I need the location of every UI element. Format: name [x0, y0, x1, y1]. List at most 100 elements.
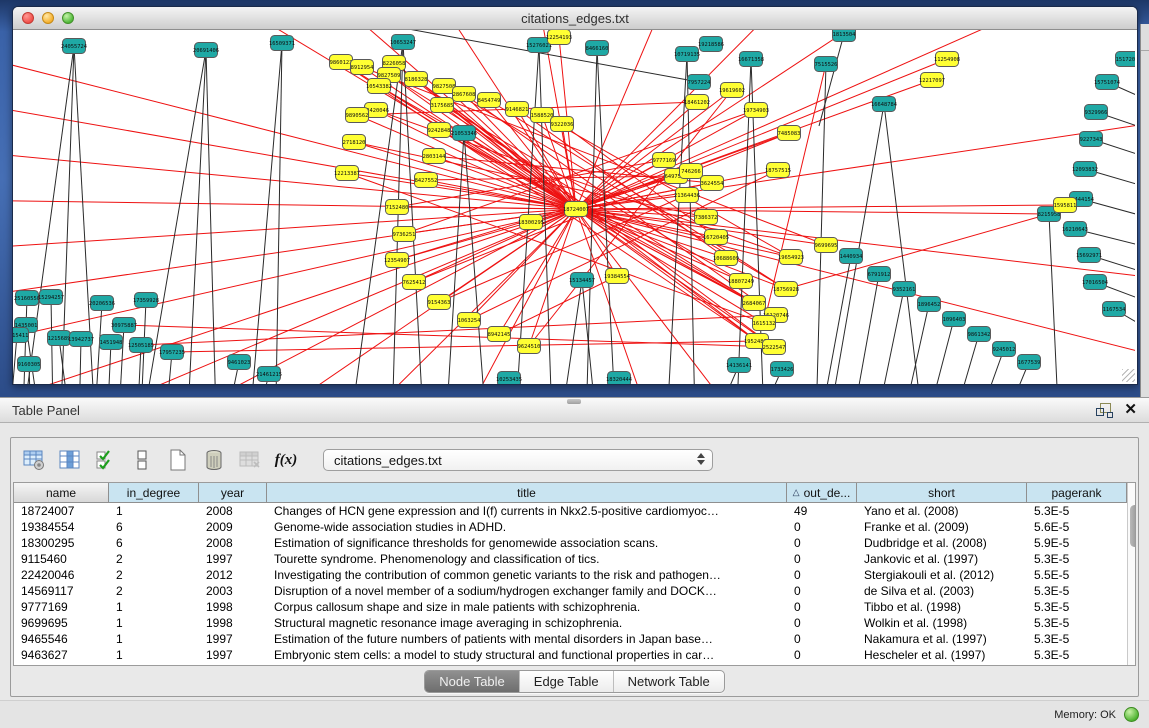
table-row[interactable]: 969969511998Structural magnetic resonanc…	[14, 615, 1127, 631]
table-row[interactable]: 1830029562008Estimation of significance …	[14, 535, 1127, 551]
graph-edge-citation[interactable]	[206, 50, 218, 384]
scrollbar-thumb[interactable]	[1130, 505, 1136, 547]
graph-node[interactable]: 3624554	[701, 176, 724, 191]
graph-node[interactable]: 16671358	[738, 52, 764, 67]
graph-node[interactable]: 9624510	[518, 339, 541, 354]
graph-node[interactable]: 7957224	[688, 75, 711, 90]
graph-node[interactable]: 9352161	[893, 282, 916, 297]
column-header-name[interactable]: name	[14, 483, 109, 503]
graph-edge-directed[interactable]	[13, 50, 576, 209]
graph-node[interactable]: 7152480	[386, 200, 409, 215]
network-window-titlebar[interactable]: citations_edges.txt	[13, 7, 1137, 30]
graph-edge-directed[interactable]	[404, 209, 576, 234]
graph-node[interactable]: 20691406	[193, 43, 219, 58]
graph-node[interactable]: 9777169	[653, 153, 676, 168]
graph-node[interactable]: 1451948	[100, 335, 123, 350]
tab-network-table[interactable]: Network Table	[614, 671, 724, 692]
graph-node[interactable]: 9860123	[330, 55, 353, 70]
graph-edge-directed[interactable]	[576, 59, 947, 209]
graph-node[interactable]: 15692971	[1076, 248, 1102, 263]
graph-node[interactable]: 21364436	[674, 188, 700, 203]
graph-node[interactable]: 19619602	[719, 83, 745, 98]
column-header-in_degree[interactable]: in_degree	[109, 483, 199, 503]
new-column-icon[interactable]	[165, 447, 191, 473]
graph-node[interactable]: 18300295	[518, 215, 544, 230]
graph-node[interactable]: 18756928	[773, 282, 799, 297]
table-scrollbar[interactable]	[1127, 483, 1135, 665]
graph-node[interactable]: 10253435	[496, 372, 522, 385]
graph-edge-citation[interactable]	[884, 104, 921, 384]
tab-edge-table[interactable]: Edge Table	[520, 671, 614, 692]
graph-node[interactable]: 3175685	[431, 98, 454, 113]
graph-node[interactable]: 8186328	[405, 72, 428, 87]
graph-node[interactable]: 1813504	[833, 30, 856, 42]
graph-node[interactable]: 19384554	[604, 269, 630, 284]
table-row[interactable]: 977716911998Corpus callosum shape and si…	[14, 599, 1127, 615]
graph-edge-citation[interactable]	[851, 274, 879, 384]
show-columns-icon[interactable]	[57, 447, 83, 473]
graph-node[interactable]: 2684067	[743, 296, 766, 311]
graph-edge-citation[interactable]	[819, 34, 844, 126]
table-settings-icon[interactable]	[21, 447, 47, 473]
graph-node[interactable]: 7625412	[403, 275, 426, 290]
graph-edge-directed[interactable]	[13, 209, 576, 250]
graph-node[interactable]: 15294257	[38, 290, 64, 305]
graph-edge-directed[interactable]	[414, 209, 576, 282]
graph-node[interactable]: 9245012	[993, 342, 1016, 357]
graph-node[interactable]: 18461202	[684, 95, 710, 110]
graph-node[interactable]: 2803144	[423, 149, 446, 164]
graph-node[interactable]: 25160550	[14, 291, 40, 306]
graph-node[interactable]: 9329966	[1085, 105, 1108, 120]
column-header-pagerank[interactable]: pagerank	[1027, 483, 1127, 503]
graph-edge-directed[interactable]	[353, 209, 576, 384]
column-header-out_degree[interactable]: △out_de...	[787, 483, 857, 503]
graph-node[interactable]: 12505185	[128, 338, 154, 353]
graph-edge-citation[interactable]	[275, 43, 282, 384]
graph-node[interactable]: 10688609	[713, 251, 739, 266]
graph-node[interactable]: 8942145	[488, 327, 511, 342]
table-row[interactable]: 946362711997Embryonic stem cells: a mode…	[14, 647, 1127, 663]
graph-node[interactable]: 7485083	[778, 126, 801, 141]
graph-node[interactable]: 9890562	[346, 108, 369, 123]
graph-node[interactable]: 14136141	[726, 358, 752, 373]
graph-node[interactable]: 9154363	[428, 295, 451, 310]
graph-node[interactable]: 2522547	[763, 340, 786, 355]
graph-node[interactable]: 8466160	[586, 41, 609, 56]
tab-node-table[interactable]: Node Table	[425, 671, 520, 692]
graph-node[interactable]: 24055724	[61, 39, 87, 54]
graph-edge-citation[interactable]	[901, 304, 929, 384]
column-header-title[interactable]: title	[267, 483, 787, 503]
graph-node[interactable]: 1167534	[1103, 302, 1126, 317]
graph-node[interactable]: 9160305	[18, 357, 41, 372]
graph-node[interactable]: 7386372	[695, 210, 718, 225]
table-row[interactable]: 2242004622012Investigating the contribut…	[14, 567, 1127, 583]
row-selection-icon[interactable]	[93, 447, 119, 473]
graph-node[interactable]: 19654923	[778, 250, 804, 265]
graph-node[interactable]: 17016504	[1082, 275, 1108, 290]
graph-node[interactable]: 12354907	[384, 253, 410, 268]
graph-edge-directed[interactable]	[576, 209, 1135, 360]
graph-edge-directed[interactable]	[124, 325, 774, 347]
graph-node[interactable]: 7515526	[815, 57, 838, 72]
table-row[interactable]: 1456911722003Disruption of a novel membe…	[14, 583, 1127, 599]
graph-node[interactable]: 15134457	[569, 273, 595, 288]
graph-node[interactable]: 9699695	[815, 238, 838, 253]
graph-edge-citation[interactable]	[831, 104, 884, 384]
graph-node[interactable]: 1063254	[458, 313, 481, 328]
graph-node-hub[interactable]: 18724007	[563, 202, 589, 217]
graph-edge-directed[interactable]	[562, 124, 716, 237]
graph-node[interactable]: 1595811	[1054, 198, 1077, 213]
graph-node[interactable]: 10719135	[674, 47, 700, 62]
graph-node[interactable]: 16648784	[871, 97, 897, 112]
splitter-handle[interactable]	[567, 399, 581, 404]
graph-node[interactable]: 19218586	[698, 37, 724, 52]
graph-node[interactable]: 9322036	[551, 117, 574, 132]
graph-node[interactable]: 10653247	[390, 35, 416, 50]
table-selector-dropdown[interactable]: citations_edges.txt	[323, 449, 713, 471]
column-header-year[interactable]: year	[199, 483, 267, 503]
graph-node[interactable]: 16509371	[269, 36, 295, 51]
resize-grip[interactable]	[1122, 369, 1135, 382]
rows-icon[interactable]	[129, 447, 155, 473]
graph-edge-citation[interactable]	[925, 319, 954, 384]
graph-node[interactable]: 8427552	[415, 173, 438, 188]
